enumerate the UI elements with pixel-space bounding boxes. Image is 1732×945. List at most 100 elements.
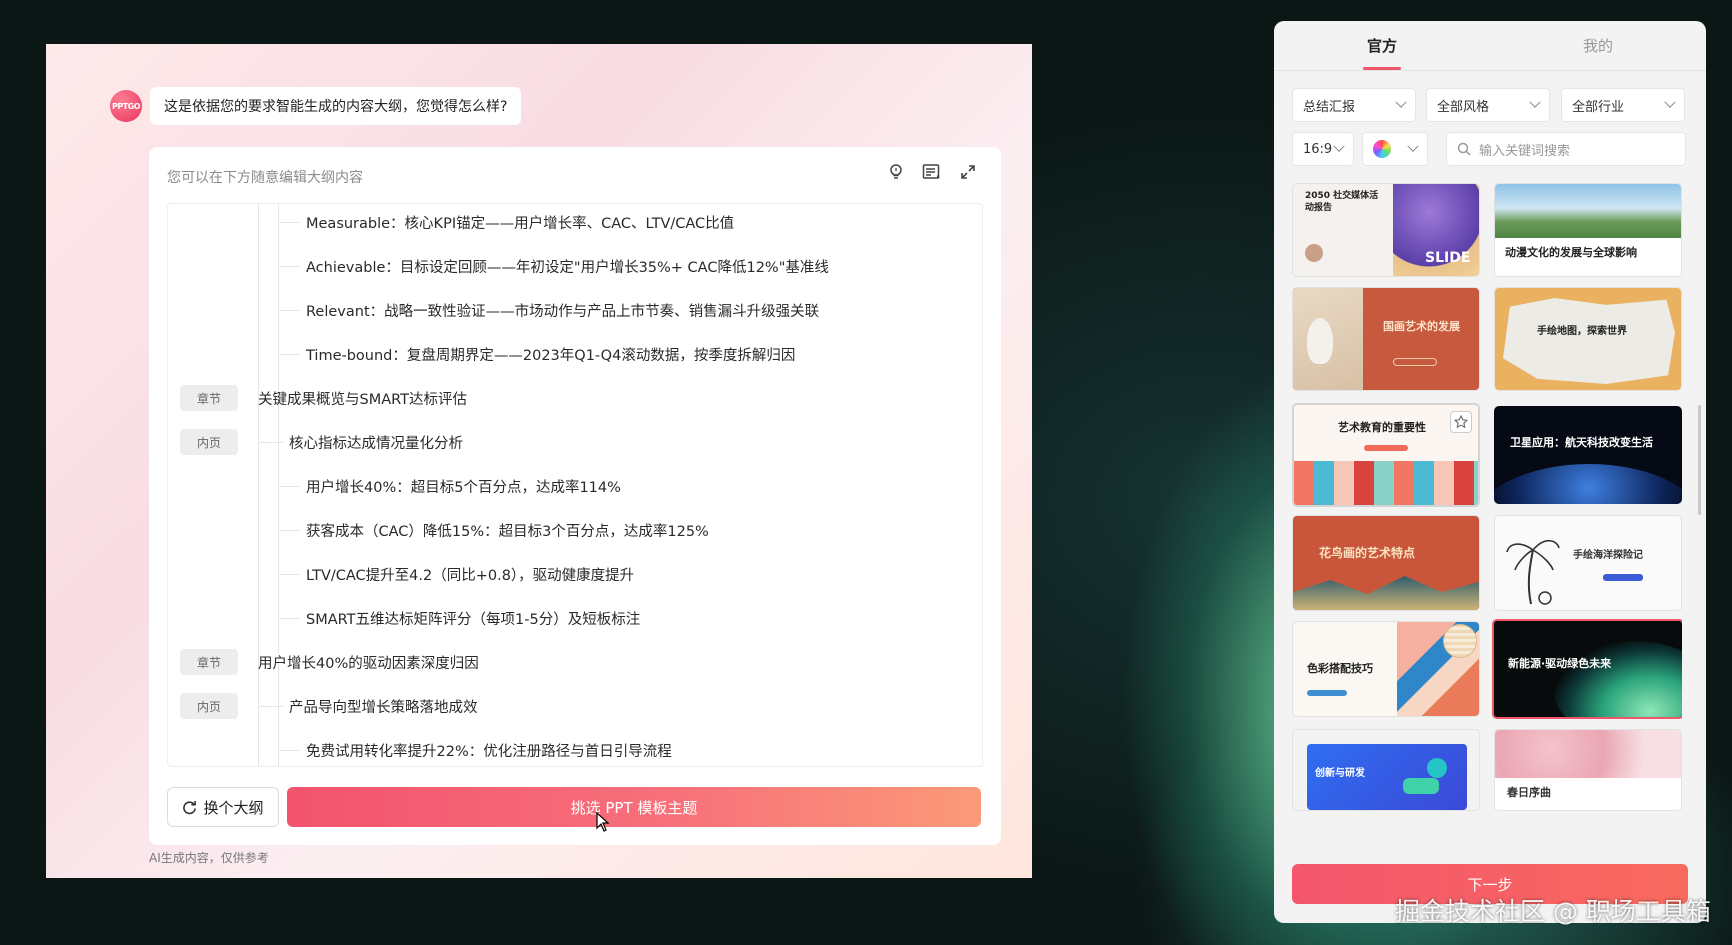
star-icon: [1454, 415, 1468, 429]
template-card[interactable]: 手绘地图，探索世界: [1494, 287, 1682, 391]
page-tag[interactable]: 内页: [180, 693, 238, 719]
template-button-art: [1603, 574, 1643, 581]
swap-outline-button[interactable]: 换个大纲: [167, 787, 279, 827]
expand-icon[interactable]: [957, 161, 979, 183]
bullet-text[interactable]: Measurable：核心KPI锚定——用户增长率、CAC、LTV/CAC比值: [306, 212, 734, 233]
bullet-text[interactable]: Time-bound：复盘周期界定——2023年Q1-Q4滚动数据，按季度拆解归…: [306, 344, 795, 365]
chapter-title[interactable]: 关键成果概览与SMART达标评估: [258, 388, 467, 409]
template-card[interactable]: 国画艺术的发展: [1292, 287, 1480, 391]
chapter-tag[interactable]: 章节: [180, 649, 238, 675]
outline-editor[interactable]: Measurable：核心KPI锚定——用户增长率、CAC、LTV/CAC比值 A…: [167, 203, 983, 767]
tree-branch: [278, 530, 300, 531]
chevron-down-icon: [1529, 96, 1541, 108]
template-art: [1403, 778, 1439, 794]
template-art: [1427, 758, 1447, 778]
outline-line[interactable]: 章节 用户增长40%的驱动因素深度归因: [168, 647, 982, 677]
category-value: 总结汇报: [1303, 99, 1356, 115]
template-extra: SLIDE: [1425, 250, 1471, 266]
page-title[interactable]: 产品导向型增长策略落地成效: [289, 696, 478, 717]
tree-branch: [258, 442, 283, 443]
lightbulb-icon[interactable]: [885, 161, 907, 183]
template-card[interactable]: 艺术教育的重要性: [1292, 403, 1480, 507]
tree-branch: [278, 310, 300, 311]
outline-line[interactable]: 用户增长40%：超目标5个百分点，达成率114%: [168, 471, 982, 501]
outline-line[interactable]: 章节 关键成果概览与SMART达标评估: [168, 383, 982, 413]
chevron-down-icon: [1395, 96, 1407, 108]
template-tabs: 官方 我的: [1274, 21, 1706, 71]
outline-window: PPTGO 这是依据您的要求智能生成的内容大纲，您觉得怎么样? 您可以在下方随意…: [46, 44, 1032, 878]
template-card[interactable]: 花鸟画的艺术特点: [1292, 515, 1480, 611]
bullet-text[interactable]: Achievable：目标设定回顾——年初设定"用户增长35%+ CAC降低12…: [306, 256, 829, 277]
ratio-select[interactable]: 16:9: [1292, 132, 1354, 166]
style-select[interactable]: 全部风格: [1426, 88, 1550, 122]
color-select[interactable]: [1362, 132, 1428, 166]
template-title: 艺术教育的重要性: [1338, 421, 1426, 434]
bullet-text[interactable]: SMART五维达标矩阵评分（每项1-5分）及短板标注: [306, 608, 640, 629]
outline-line[interactable]: 内页 核心指标达成情况量化分析: [168, 427, 982, 457]
outline-line[interactable]: Measurable：核心KPI锚定——用户增长率、CAC、LTV/CAC比值: [168, 207, 982, 237]
bullet-text[interactable]: 免费试用转化率提升22%：优化注册路径与首日引导流程: [306, 740, 672, 761]
template-art: [1554, 641, 1682, 717]
template-card[interactable]: 春日序曲: [1494, 729, 1682, 811]
tree-branch: [278, 618, 300, 619]
bot-message: 这是依据您的要求智能生成的内容大纲，您觉得怎么样?: [150, 87, 522, 125]
avatar: [1305, 244, 1323, 262]
template-card[interactable]: 2050 社交媒体活动报告 SLIDE: [1292, 183, 1480, 277]
category-select[interactable]: 总结汇报: [1292, 88, 1416, 122]
outline-line[interactable]: 获客成本（CAC）降低15%：超目标3个百分点，达成率125%: [168, 515, 982, 545]
bullet-text[interactable]: 获客成本（CAC）降低15%：超目标3个百分点，达成率125%: [306, 520, 709, 541]
template-art: [1503, 298, 1675, 384]
template-art: [1443, 624, 1477, 658]
chapter-tag[interactable]: 章节: [180, 385, 238, 411]
tree-branch: [278, 750, 300, 751]
page-tag[interactable]: 内页: [180, 429, 238, 455]
template-title: 国画艺术的发展: [1383, 320, 1460, 333]
bullet-text[interactable]: LTV/CAC提升至4.2（同比+0.8），驱动健康度提升: [306, 564, 634, 585]
template-card[interactable]: 卫星应用：航天科技改变生活: [1494, 406, 1682, 504]
outline-line[interactable]: 免费试用转化率提升22%：优化注册路径与首日引导流程: [168, 735, 982, 765]
tab-mine[interactable]: 我的: [1490, 21, 1706, 70]
format-list-icon[interactable]: [921, 161, 943, 183]
outline-line[interactable]: Achievable：目标设定回顾——年初设定"用户增长35%+ CAC降低12…: [168, 251, 982, 281]
tree-branch: [278, 486, 300, 487]
industry-value: 全部行业: [1572, 99, 1625, 115]
bullet-text[interactable]: Relevant：战略一致性验证——市场动作与产品上市节奏、销售漏斗升级强关联: [306, 300, 819, 321]
outline-toolbar: [885, 161, 979, 183]
template-card[interactable]: 色彩搭配技巧: [1292, 621, 1480, 717]
bullet-text[interactable]: 用户增长40%：超目标5个百分点，达成率114%: [306, 476, 621, 497]
outline-line[interactable]: Time-bound：复盘周期界定——2023年Q1-Q4滚动数据，按季度拆解归…: [168, 339, 982, 369]
palm-tree-art: [1506, 539, 1560, 605]
template-card[interactable]: 手绘海洋探险记: [1494, 515, 1682, 611]
tree-branch: [278, 574, 300, 575]
chapter-title[interactable]: 用户增长40%的驱动因素深度归因: [258, 652, 479, 673]
template-title: 手绘地图，探索世界: [1537, 326, 1627, 337]
outline-line[interactable]: SMART五维达标矩阵评分（每项1-5分）及短板标注: [168, 603, 982, 633]
chevron-down-icon: [1407, 140, 1419, 152]
tree-branch: [258, 706, 283, 707]
template-art: [1495, 730, 1681, 780]
tab-official[interactable]: 官方: [1274, 21, 1490, 70]
page-title[interactable]: 核心指标达成情况量化分析: [289, 432, 463, 453]
favorite-button[interactable]: [1450, 411, 1472, 433]
pick-template-button[interactable]: 挑选 PPT 模板主题: [287, 787, 981, 827]
template-card[interactable]: 动漫文化的发展与全球影响: [1494, 183, 1682, 277]
industry-select[interactable]: 全部行业: [1561, 88, 1685, 122]
outline-line[interactable]: 内页 产品导向型增长策略落地成效: [168, 691, 982, 721]
template-title: 2050 社交媒体活动报告: [1305, 191, 1379, 213]
mouse-cursor-icon: [596, 812, 610, 832]
outline-line[interactable]: Relevant：战略一致性验证——市场动作与产品上市节奏、销售漏斗升级强关联: [168, 295, 982, 325]
template-art: [1294, 461, 1478, 505]
template-scrollbar[interactable]: [1698, 405, 1701, 515]
chevron-down-icon: [1664, 96, 1676, 108]
style-value: 全部风格: [1437, 99, 1490, 115]
search-input[interactable]: 输入关键词搜索: [1446, 132, 1686, 166]
template-card[interactable]: 创新与研发: [1292, 729, 1480, 811]
outline-line[interactable]: LTV/CAC提升至4.2（同比+0.8），驱动健康度提升: [168, 559, 982, 589]
bot-avatar: PPTGO: [110, 90, 142, 122]
bot-message-row: PPTGO 这是依据您的要求智能生成的内容大纲，您觉得怎么样?: [110, 87, 522, 125]
template-art: [1494, 464, 1682, 504]
template-card-selected[interactable]: 新能源·驱动绿色未来: [1492, 619, 1682, 719]
template-title: 新能源·驱动绿色未来: [1508, 657, 1612, 670]
tree-branch: [278, 354, 300, 355]
refresh-icon: [183, 800, 197, 814]
